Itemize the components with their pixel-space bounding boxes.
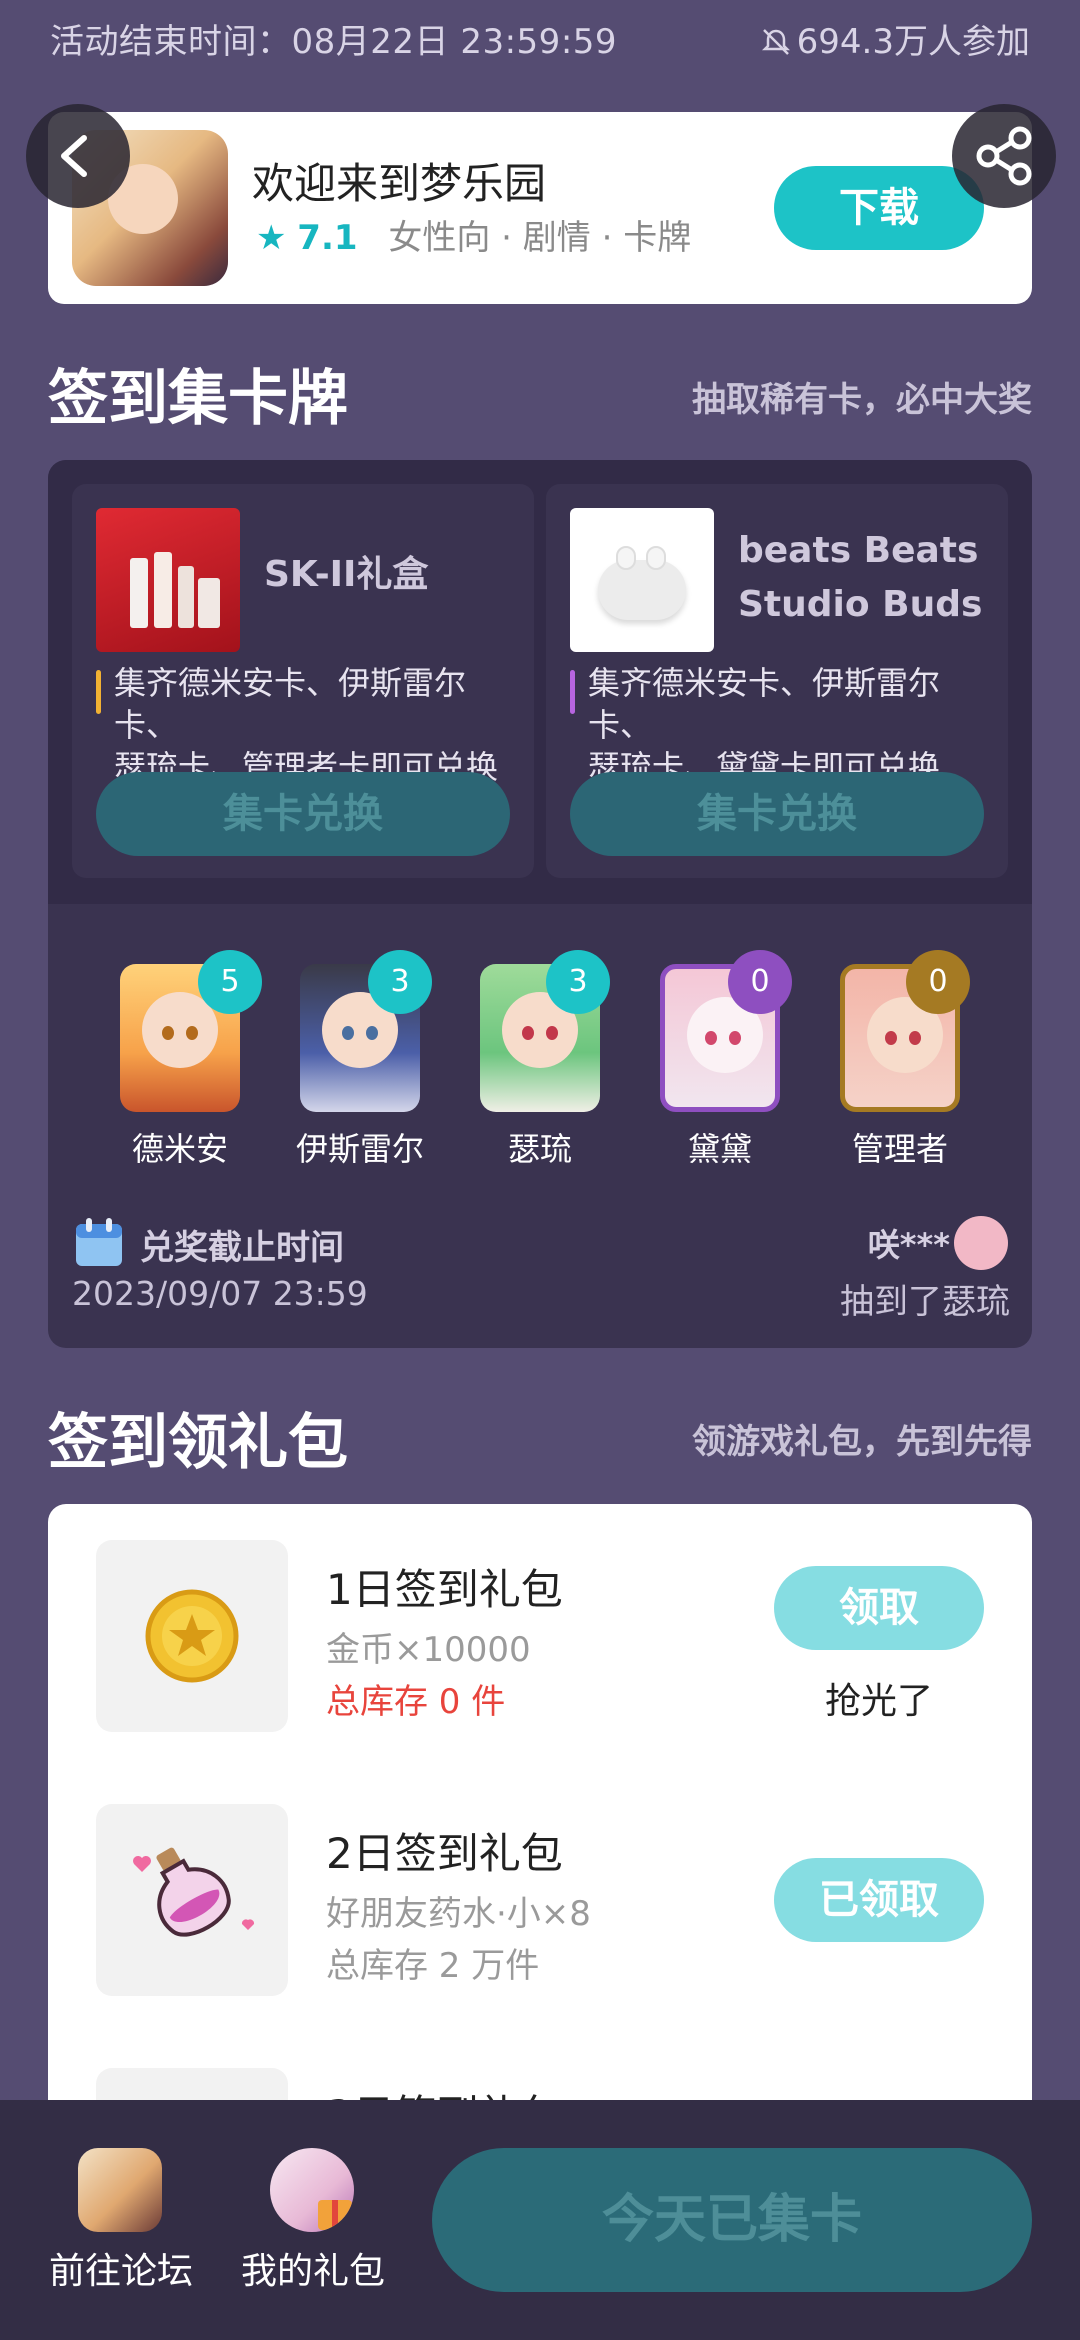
reward-card-skii[interactable]: SK-II礼盒 集齐德米安卡、伊斯雷尔卡、 瑟琉卡、管理者卡即可兑换 集卡兑换: [72, 484, 534, 878]
reward-name-line: Studio Buds: [738, 584, 983, 625]
gift-title: 1日签到礼包: [326, 1565, 563, 1614]
share-icon: [976, 126, 1032, 186]
forum-link[interactable]: 前往论坛: [36, 2242, 206, 2294]
gift-section-title: 签到领礼包: [48, 1408, 348, 1478]
reward-name-line: beats Beats: [738, 530, 979, 571]
my-gifts-link[interactable]: 我的礼包: [228, 2242, 398, 2294]
forum-avatar-icon[interactable]: [78, 2148, 162, 2232]
calendar-icon: [76, 1218, 122, 1266]
gift-item: 好朋友药水·小×8: [326, 1894, 591, 1934]
reward-desc-line: 集齐德米安卡、伊斯雷尔卡、: [114, 664, 467, 744]
character-name: 黛黛: [687, 1130, 752, 1168]
gift-thumbnail: [96, 1540, 288, 1732]
back-arrow-icon: [61, 135, 87, 177]
skii-giftbox-image: [96, 508, 240, 652]
collect-card-button[interactable]: 今天已集卡: [432, 2148, 1032, 2292]
sold-out-label: 抢光了: [824, 1681, 933, 1722]
reward-desc: 集齐德米安卡、伊斯雷尔卡、 瑟琉卡、黛黛卡即可兑换: [570, 662, 990, 788]
winner-avatar: [954, 1216, 1008, 1270]
app-title: 欢迎来到梦乐园: [252, 159, 547, 208]
participants-text: 694.3万人参加: [796, 22, 1030, 62]
accent-bar: [96, 670, 101, 714]
star-icon: ★: [256, 218, 287, 258]
card-count-badge: 0: [906, 950, 970, 1014]
winner-name: 咲***: [867, 1226, 950, 1264]
card-section-title: 签到集卡牌: [48, 364, 348, 434]
card-section-subtitle: 抽取稀有卡，必中大奖: [692, 380, 1032, 420]
share-button[interactable]: [952, 104, 1056, 208]
winner-text: 抽到了瑟琉: [840, 1282, 1010, 1322]
back-button[interactable]: [26, 104, 130, 208]
app-rating: 7.1: [297, 218, 358, 258]
activity-end-time: 活动结束时间：08月22日 23:59:59: [50, 22, 618, 62]
claim-button[interactable]: 领取: [774, 1566, 984, 1650]
app-tags: 女性向 · 剧情 · 卡牌: [388, 218, 692, 258]
character-name: 管理者: [851, 1130, 948, 1168]
reward-name: SK-II礼盒: [264, 554, 429, 595]
claimed-button[interactable]: 已领取: [774, 1858, 984, 1942]
beats-earbuds-image: [570, 508, 714, 652]
deadline-date: 2023/09/07 23:59: [72, 1274, 368, 1313]
gift-stock: 总库存 2 万件: [326, 1946, 540, 1986]
exchange-button[interactable]: 集卡兑换: [96, 772, 510, 856]
card-count-badge: 3: [546, 950, 610, 1014]
gift-stock: 总库存 0 件: [326, 1682, 506, 1722]
bell-off-icon: [761, 29, 790, 55]
gift-section-subtitle: 领游戏礼包，先到先得: [692, 1422, 1032, 1462]
reward-desc: 集齐德米安卡、伊斯雷尔卡、 瑟琉卡、管理者卡即可兑换: [96, 662, 516, 788]
my-gifts-avatar-icon[interactable]: [270, 2148, 354, 2232]
accent-bar: [570, 670, 575, 714]
potion-icon: [133, 1847, 255, 1937]
deadline-label: 兑奖截止时间: [140, 1228, 344, 1268]
card-count-badge: 3: [368, 950, 432, 1014]
character-name: 伊斯雷尔: [295, 1130, 424, 1168]
reward-name: beats Beats Studio Buds: [738, 524, 982, 632]
card-count-badge: 5: [198, 950, 262, 1014]
reward-desc-line: 集齐德米安卡、伊斯雷尔卡、: [588, 664, 941, 744]
card-count-badge: 0: [728, 950, 792, 1014]
gift-thumbnail: [96, 1804, 288, 1996]
app-meta: ★ 7.1 女性向 · 剧情 · 卡牌: [256, 210, 691, 259]
gift-item: 金币×10000: [326, 1630, 531, 1670]
gift-title: 2日签到礼包: [326, 1829, 563, 1878]
participants-count: 694.3万人参加: [761, 14, 1030, 63]
character-name: 瑟琉: [507, 1130, 572, 1168]
reward-card-beats[interactable]: beats Beats Studio Buds 集齐德米安卡、伊斯雷尔卡、 瑟琉…: [546, 484, 1008, 878]
gold-coin-icon: [145, 1589, 239, 1683]
character-name: 德米安: [131, 1130, 228, 1168]
exchange-button[interactable]: 集卡兑换: [570, 772, 984, 856]
